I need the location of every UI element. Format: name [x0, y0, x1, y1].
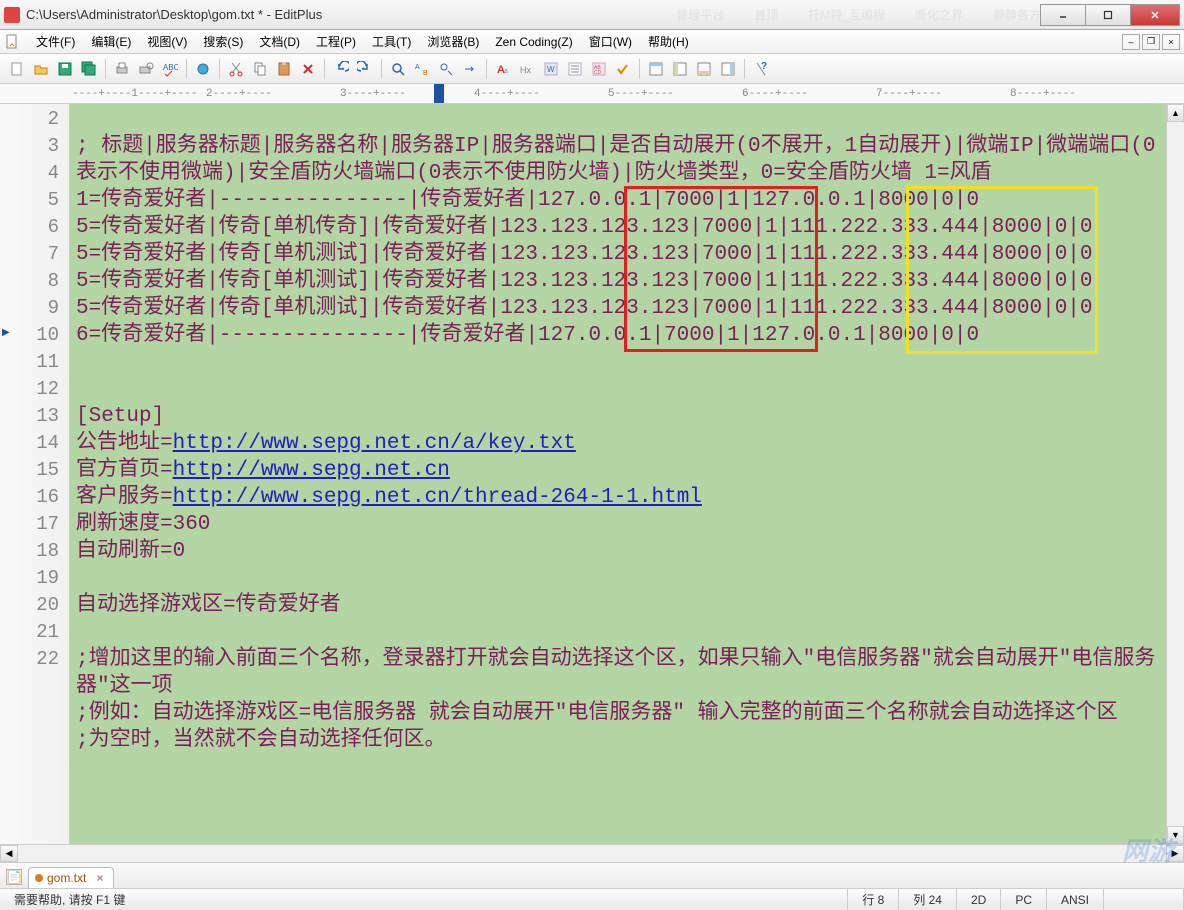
mdi-close-button[interactable]: ×	[1162, 34, 1180, 50]
ruler: ----+----1----+---- 2----+---- 3----+---…	[0, 84, 1184, 104]
close-button[interactable]	[1130, 4, 1180, 26]
new-file-button[interactable]	[6, 58, 28, 80]
tab-close-button[interactable]: ×	[96, 871, 103, 885]
copy-button[interactable]	[249, 58, 271, 80]
menu-project[interactable]: 工程(P)	[308, 30, 364, 53]
panel1-button[interactable]	[645, 58, 667, 80]
cut-button[interactable]	[225, 58, 247, 80]
svg-text:a: a	[504, 68, 508, 75]
svg-text:Hx: Hx	[520, 65, 531, 75]
scroll-left-button[interactable]: ◀	[0, 845, 18, 862]
ruler-cursor	[434, 84, 444, 103]
find-next-button[interactable]	[435, 58, 457, 80]
hex-button[interactable]: Hx	[516, 58, 538, 80]
panel4-button[interactable]	[717, 58, 739, 80]
svg-text:B: B	[423, 70, 428, 77]
status-mode2: PC	[1001, 889, 1047, 910]
toolbar: ABC AB Aa Hx W ABCD ?	[0, 54, 1184, 84]
check-button[interactable]	[612, 58, 634, 80]
save-button[interactable]	[54, 58, 76, 80]
menu-window[interactable]: 窗口(W)	[581, 30, 640, 53]
delete-button[interactable]	[297, 58, 319, 80]
codefold-button[interactable]: ABCD	[588, 58, 610, 80]
menu-tools[interactable]: 工具(T)	[364, 30, 419, 53]
document-tab[interactable]: gom.txt ×	[28, 867, 114, 888]
window-controls	[1041, 4, 1180, 26]
svg-text:?: ?	[761, 61, 767, 72]
svg-text:CD: CD	[594, 70, 602, 76]
editor-area: 2345678910111213141516171819202122 ▶ ; 标…	[0, 104, 1184, 844]
save-all-button[interactable]	[78, 58, 100, 80]
status-mode1: 2D	[957, 889, 1001, 910]
find-button[interactable]	[387, 58, 409, 80]
tab-label: gom.txt	[47, 871, 86, 885]
app-icon	[4, 7, 20, 23]
svg-text:W: W	[547, 65, 555, 74]
font-button[interactable]: Aa	[492, 58, 514, 80]
web-preview-button[interactable]	[192, 58, 214, 80]
scroll-up-button[interactable]: ▲	[1167, 104, 1184, 122]
spellcheck-button[interactable]: ABC	[159, 58, 181, 80]
status-encoding: ANSI	[1047, 889, 1104, 910]
help-button[interactable]: ?	[750, 58, 772, 80]
replace-button[interactable]: AB	[411, 58, 433, 80]
undo-button[interactable]	[330, 58, 352, 80]
document-tab-bar: 📄 gom.txt ×	[0, 862, 1184, 888]
svg-text:A: A	[415, 64, 420, 71]
minimize-button[interactable]	[1040, 4, 1086, 26]
mdi-minimize-button[interactable]: –	[1122, 34, 1140, 50]
mdi-restore-button[interactable]: ❐	[1142, 34, 1160, 50]
window-title: C:\Users\Administrator\Desktop\gom.txt *…	[26, 7, 676, 22]
menu-edit[interactable]: 编辑(E)	[83, 30, 139, 53]
open-file-button[interactable]	[30, 58, 52, 80]
title-bar: C:\Users\Administrator\Desktop\gom.txt *…	[0, 0, 1184, 30]
document-icon	[4, 34, 20, 50]
watermark: 网游	[1122, 831, 1174, 868]
paste-button[interactable]	[273, 58, 295, 80]
status-help: 需要帮助, 请按 F1 键	[0, 889, 848, 910]
background-tabs: 管理平台置顶托M特_互编程断化之界静静各方	[676, 6, 1041, 23]
vertical-scrollbar[interactable]: ▲ ▼	[1166, 104, 1184, 844]
menu-help[interactable]: 帮助(H)	[640, 30, 697, 53]
menu-view[interactable]: 视图(V)	[139, 30, 195, 53]
menu-browser[interactable]: 浏览器(B)	[419, 30, 487, 53]
print-button[interactable]	[111, 58, 133, 80]
new-tab-button[interactable]: 📄	[6, 869, 22, 885]
maximize-button[interactable]	[1085, 4, 1131, 26]
redo-button[interactable]	[354, 58, 376, 80]
menu-file[interactable]: 文件(F)	[28, 30, 83, 53]
goto-button[interactable]	[459, 58, 481, 80]
menu-bar: 文件(F) 编辑(E) 视图(V) 搜索(S) 文档(D) 工程(P) 工具(T…	[0, 30, 1184, 54]
svg-text:ABC: ABC	[163, 63, 178, 72]
panel3-button[interactable]	[693, 58, 715, 80]
panel2-button[interactable]	[669, 58, 691, 80]
status-bar: 需要帮助, 请按 F1 键 行 8 列 24 2D PC ANSI	[0, 888, 1184, 910]
menu-search[interactable]: 搜索(S)	[195, 30, 251, 53]
menu-zen[interactable]: Zen Coding(Z)	[487, 32, 580, 52]
modified-indicator-icon	[35, 874, 43, 882]
line-number-gutter: 2345678910111213141516171819202122 ▶	[0, 104, 70, 844]
linenumbers-button[interactable]	[564, 58, 586, 80]
text-editor[interactable]: ; 标题|服务器标题|服务器名称|服务器IP|服务器端口|是否自动展开(0不展开…	[70, 104, 1166, 844]
status-column: 列 24	[899, 889, 957, 910]
current-line-marker-icon: ▶	[2, 320, 10, 347]
status-line: 行 8	[848, 889, 899, 910]
menu-document[interactable]: 文档(D)	[251, 30, 308, 53]
print-preview-button[interactable]	[135, 58, 157, 80]
wordwrap-button[interactable]: W	[540, 58, 562, 80]
horizontal-scrollbar[interactable]: ◀ ▶	[0, 844, 1184, 862]
